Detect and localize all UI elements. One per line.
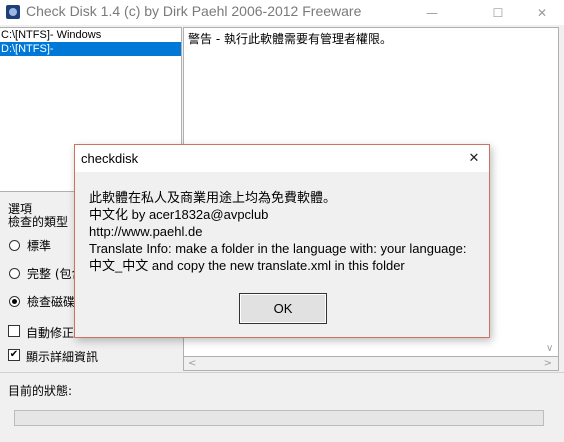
dialog-title: checkdisk: [81, 151, 139, 166]
dialog-text-line: 中文_中文 and copy the new translate.xml in …: [89, 258, 405, 273]
horizontal-scrollbar[interactable]: < >: [183, 357, 559, 371]
dialog-text-line: 中文化 by acer1832a@avpclub: [89, 207, 269, 222]
dialog-close-icon[interactable]: ✕: [459, 145, 489, 172]
dialog-text-line: Translate Info: make a folder in the lan…: [89, 241, 467, 256]
radio-check-disk[interactable]: [9, 296, 20, 307]
close-button[interactable]: ✕: [520, 0, 564, 25]
dialog-title-bar: checkdisk ✕: [75, 145, 489, 172]
minimize-button[interactable]: —: [410, 0, 454, 25]
drive-item[interactable]: C:\[NTFS]- Windows: [0, 28, 181, 42]
auto-fix-label[interactable]: 自動修正: [26, 324, 74, 341]
radio-standard[interactable]: [9, 240, 20, 251]
radio-standard-label[interactable]: 標準: [27, 237, 51, 254]
show-details-checkbox[interactable]: ✔: [8, 349, 20, 361]
auto-fix-checkbox[interactable]: [8, 325, 20, 337]
radio-complete[interactable]: [9, 268, 20, 279]
check-type-label: 檢查的類型: [8, 215, 69, 229]
message-dialog: checkdisk ✕ 此軟體在私人及商業用途上均為免費軟體。 中文化 by a…: [74, 144, 490, 338]
show-details-label[interactable]: 顯示詳細資訊: [26, 348, 98, 365]
scroll-down-icon[interactable]: ∨: [546, 343, 553, 354]
disk-icon: [6, 5, 20, 19]
log-line: 警告 - 執行此軟體需要有管理者權限。: [188, 32, 392, 46]
maximize-button[interactable]: ☐: [476, 0, 520, 25]
dialog-text-line: http://www.paehl.de: [89, 224, 203, 239]
ok-button[interactable]: OK: [239, 293, 327, 324]
dialog-text-line: 此軟體在私人及商業用途上均為免費軟體。: [89, 190, 337, 205]
window-title: Check Disk 1.4 (c) by Dirk Paehl 2006-20…: [26, 3, 362, 19]
drive-item[interactable]: D:\[NTFS]-: [0, 42, 181, 56]
status-label: 目前的狀態:: [8, 384, 73, 398]
scroll-left-icon[interactable]: <: [188, 357, 196, 371]
divider: [0, 372, 564, 373]
radio-check-disk-label[interactable]: 檢查磁碟: [27, 293, 75, 310]
progress-bar: [14, 410, 544, 426]
scroll-right-icon[interactable]: >: [544, 357, 552, 371]
options-title: 選項: [8, 202, 33, 216]
title-bar: Check Disk 1.4 (c) by Dirk Paehl 2006-20…: [0, 0, 564, 25]
